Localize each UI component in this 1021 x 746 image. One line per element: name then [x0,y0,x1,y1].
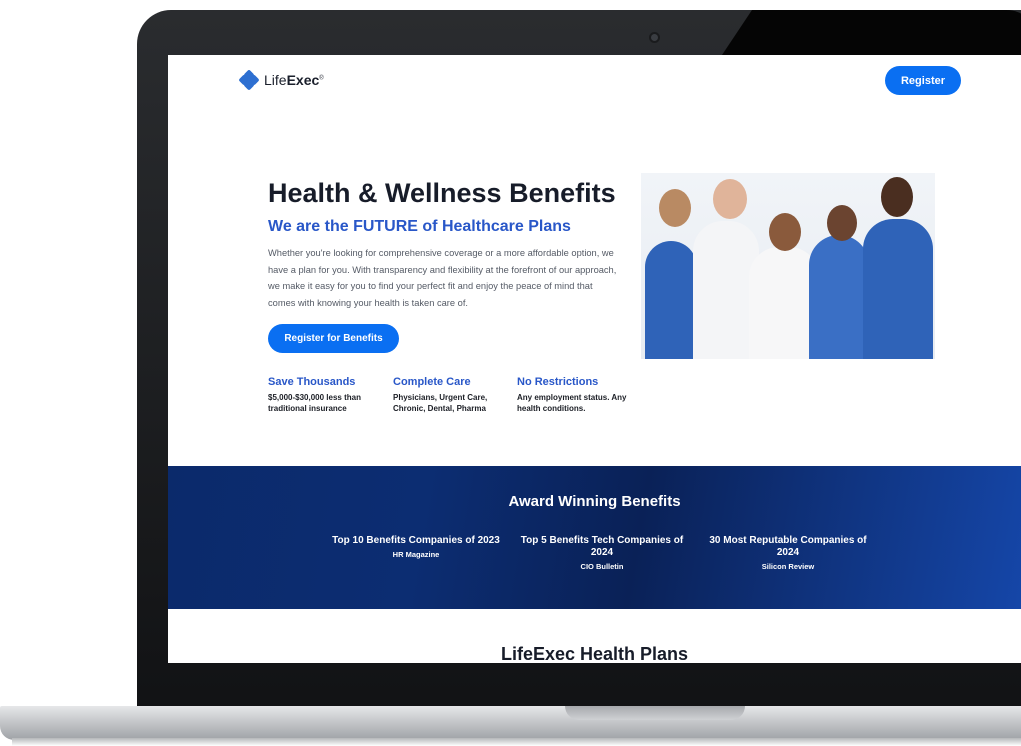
laptop-shadow [12,738,1021,746]
person-figure [645,241,697,359]
award-item: Top 5 Benefits Tech Companies of 2024 CI… [517,535,687,571]
person-figure [809,235,869,359]
register-for-benefits-button[interactable]: Register for Benefits [268,324,399,353]
awards-band: Award Winning Benefits Top 10 Benefits C… [168,466,1021,609]
feature-title: Complete Care [393,376,471,388]
feature-no-restrictions: No Restrictions Any employment status. A… [517,376,632,414]
feature-title: Save Thousands [268,376,356,388]
person-head [881,177,913,217]
awards-title: Award Winning Benefits [508,493,681,510]
webcam-icon [649,32,660,43]
logo-text-light: Life [264,72,287,88]
award-source: Silicon Review [761,562,815,571]
feature-description: Physicians, Urgent Care, Chronic, Dental… [393,393,488,413]
hero-subtitle: We are the FUTURE of Healthcare Plans [268,218,571,235]
award-item: 30 Most Reputable Companies of 2024 Sili… [703,535,873,571]
person-figure [863,219,933,359]
feature-description: $5,000-$30,000 less than traditional ins… [268,393,361,413]
person-head [659,189,691,227]
laptop-screen: LifeExec® Register Health & Wellness Ben… [168,55,1021,663]
bezel-reflection [720,10,1021,58]
health-plans-heading: LifeExec Health Plans [500,644,689,663]
logo-registered-mark: ® [319,75,324,82]
award-source: CIO Bulletin [580,562,624,571]
award-item: Top 10 Benefits Companies of 2023 HR Mag… [331,535,501,559]
feature-title: No Restrictions [517,376,599,388]
person-head [769,213,801,251]
person-head [713,179,747,219]
award-title: 30 Most Reputable Companies of 2024 [709,535,867,558]
site-logo[interactable]: LifeExec® [238,69,324,91]
logo-icon [238,69,260,91]
person-head [827,205,857,241]
hero-description: Whether you're looking for comprehensive… [268,248,617,308]
medical-team-photo [641,173,935,359]
feature-save-thousands: Save Thousands $5,000-$30,000 less than … [268,376,383,414]
award-title: Top 5 Benefits Tech Companies of 2024 [520,535,684,558]
register-button[interactable]: Register [885,66,961,95]
feature-complete-care: Complete Care Physicians, Urgent Care, C… [393,376,508,414]
laptop-opening-notch [565,706,745,720]
logo-wordmark: LifeExec® [264,72,324,88]
laptop-base [0,706,1021,740]
hero-title: Health & Wellness Benefits [268,178,616,208]
award-title: Top 10 Benefits Companies of 2023 [332,535,500,546]
award-source: HR Magazine [392,550,440,559]
feature-description: Any employment status. Any health condit… [517,393,627,413]
logo-text-bold: Exec [286,72,320,88]
